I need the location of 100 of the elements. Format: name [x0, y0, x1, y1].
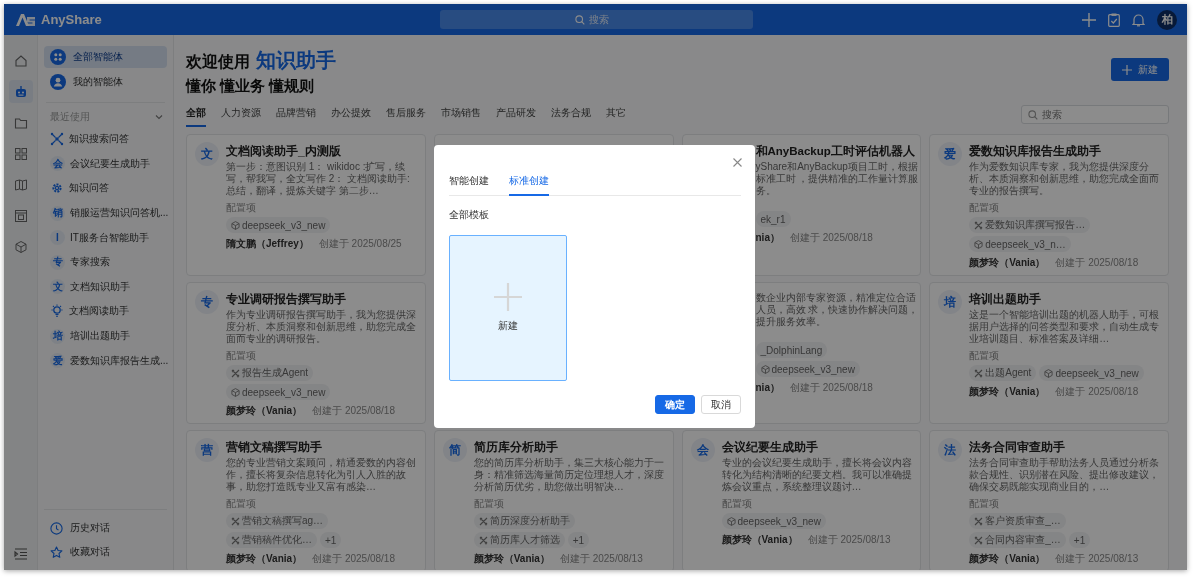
sidebar-item[interactable]: 收藏对话: [44, 540, 167, 564]
author-name: nia）: [755, 381, 780, 394]
cube-icon: [231, 220, 240, 230]
avatar-badge: 专: [195, 290, 219, 314]
config-tag: deepseek_v3_new: [226, 217, 331, 233]
category-tab[interactable]: 品牌营销: [276, 106, 316, 127]
cancel-button[interactable]: 取消: [701, 395, 741, 414]
config-tag: 合同内容审查_…: [969, 532, 1066, 548]
clock-icon: [50, 521, 63, 535]
tools-icon: [974, 368, 984, 378]
tools-icon: [478, 535, 488, 545]
recent-item[interactable]: 专 专家搜索: [44, 249, 167, 275]
avatar-badge: 营: [195, 438, 219, 462]
category-tab[interactable]: 人力资源: [221, 106, 261, 127]
config-tag: 简历深度分析助手: [473, 513, 575, 529]
close-icon[interactable]: [733, 158, 742, 167]
confirm-button[interactable]: 确定: [655, 395, 695, 414]
tools-icon: [974, 535, 984, 545]
card-title: 培训出题助手: [969, 292, 1043, 307]
collapse-menu-icon[interactable]: [13, 548, 28, 560]
card-title: 专业调研报告撰写助手: [226, 292, 347, 307]
more-count: +1: [567, 532, 590, 548]
plus-icon: [494, 283, 522, 311]
author-name: 颜梦玲（Vania）: [226, 552, 303, 565]
category-tab[interactable]: 全部: [186, 106, 206, 127]
sidebar-item[interactable]: 我的智能体: [44, 71, 167, 93]
card-description: 专业的会议纪要生成助手，擅长将会议内容转化为结构清晰的纪要文档。我可以准确提炼会议重点，系统整理议题讨…: [721, 457, 913, 493]
cube-icon: [760, 364, 770, 374]
avatar-badge: 培: [938, 290, 963, 314]
grid-icon: [13, 146, 28, 161]
search-input[interactable]: 搜索: [1042, 109, 1142, 120]
card-description: 作为爱数知识库专家，我为您提供深度分析、本质洞察和创新思维，助您完成全面而专业的报告撰写。: [969, 161, 1161, 197]
config-tag: deepseek_v3_n…: [969, 236, 1071, 252]
robot-icon: [13, 84, 28, 99]
card-description: yShare和AnyBackup项目工时，根据标准工时 ，提供精准的工作量计算服务。: [755, 161, 920, 197]
author-name: 颜梦玲（Vania）: [969, 385, 1046, 398]
author-name: 颜梦玲（Vania）: [969, 256, 1046, 269]
recent-item[interactable]: 知识问答: [44, 176, 167, 201]
recent-item[interactable]: 销 销服运营知识问答机...: [44, 200, 167, 226]
clipboard-check-icon[interactable]: [1108, 12, 1120, 27]
avatar-badge: I: [50, 230, 65, 246]
tools-icon: [974, 516, 984, 526]
search-field[interactable]: 搜索: [1021, 105, 1169, 124]
bell-icon[interactable]: [1132, 12, 1145, 27]
tools-icon: [478, 516, 488, 526]
card-description: 数企业内部专家资源，精准定位合适人员，高效 求，快速协作解决问题，提升服务效率。: [755, 292, 920, 328]
config-tag: 营销稿件优化…: [226, 532, 317, 548]
sidebar-item[interactable]: 全部智能体: [44, 46, 167, 68]
recent-item[interactable]: 培 培训出题助手: [44, 323, 167, 349]
user-avatar[interactable]: 柏: [1157, 9, 1177, 30]
avatar-badge: 文: [50, 279, 65, 295]
config-tag: 爱数知识库撰写报告…: [969, 217, 1091, 233]
author-name: 隋文鹏（Jeffrey）: [226, 237, 309, 250]
nav-item[interactable]: [8, 80, 33, 103]
cube-icon: [231, 387, 240, 397]
sidebar-item[interactable]: 历史对话: [44, 516, 167, 540]
avatar-badge: 简: [442, 438, 467, 462]
card-title: 爱数知识库报告生成助手: [969, 144, 1103, 159]
author-name: 颜梦玲（Vania）: [226, 404, 303, 417]
category-tab[interactable]: 办公提效: [331, 106, 371, 127]
document-icon: [13, 208, 28, 223]
category-tab[interactable]: 法务合规: [551, 106, 591, 127]
new-button[interactable]: 新建: [1111, 58, 1169, 81]
recent-item[interactable]: 文 文档知识助手: [44, 274, 167, 300]
dialog-tab[interactable]: 标准创建: [509, 174, 549, 196]
more-count: +1: [320, 532, 342, 548]
recent-item[interactable]: 爱 爱数知识库报告生成...: [44, 348, 167, 373]
chevron-icon[interactable]: [155, 113, 163, 121]
grid-circle-icon: [50, 49, 66, 65]
author-name: 颜梦玲（Vania）: [969, 552, 1046, 565]
config-tag: deepseek_v3_new: [721, 513, 826, 529]
template-card[interactable]: 新建: [449, 235, 567, 381]
search-input[interactable]: 搜索: [588, 14, 619, 25]
card-title: 简历库分析助手: [473, 440, 559, 455]
tagline: 懂你 懂业务 懂规则: [186, 77, 316, 96]
dialog-tab[interactable]: 智能创建: [449, 174, 489, 196]
card-title: 营销文稿撰写助手: [226, 440, 323, 455]
config-tag: 营销文稿撰写ag…: [226, 513, 329, 529]
category-tab[interactable]: 其它: [606, 106, 626, 127]
gear-icon: [50, 181, 64, 196]
search-icon: [574, 14, 585, 25]
recent-item[interactable]: 文档阅读助手: [44, 299, 167, 324]
brand-name: AnyShare: [41, 12, 102, 27]
recent-item[interactable]: I IT服务台智能助手: [44, 225, 167, 250]
recent-item[interactable]: 知识搜索问答: [44, 127, 167, 152]
card-description: 作为专业调研报告撰写助手，我为您提供深度分析、本质洞察和创新思维，助您完成全面而专业的调研报告。: [226, 309, 417, 345]
card-title: 法务合同审查助手: [969, 440, 1067, 455]
plus-icon: [1122, 64, 1132, 75]
category-tab[interactable]: 市场销售: [441, 106, 481, 127]
star-icon: [50, 545, 63, 559]
logo-icon: [16, 13, 36, 26]
category-tab[interactable]: 产品研发: [496, 106, 536, 127]
category-tab[interactable]: 售后服务: [386, 106, 426, 127]
book-icon: [13, 177, 28, 192]
bulb-icon: [50, 304, 64, 319]
recent-item[interactable]: 会 会议纪要生成助手: [44, 151, 167, 177]
author-name: 颜梦玲（Vania）: [721, 533, 798, 546]
plus-icon[interactable]: [1082, 12, 1096, 27]
product-title: 知识助手: [256, 48, 336, 73]
avatar-badge: 文: [195, 142, 219, 166]
